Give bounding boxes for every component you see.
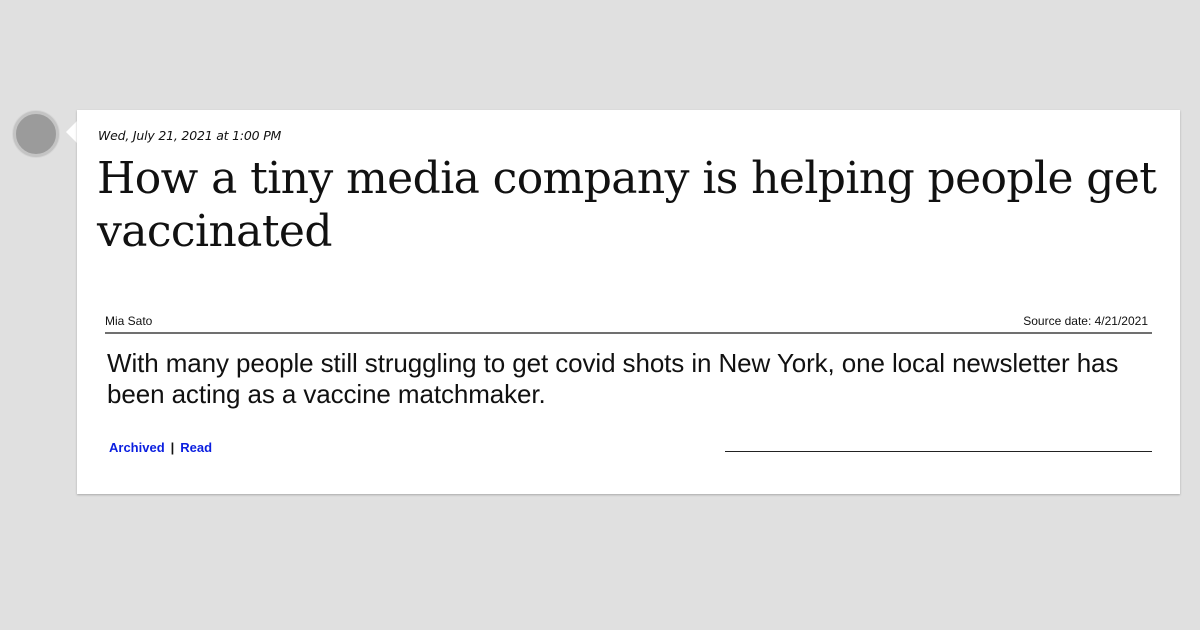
- link-separator: |: [170, 440, 175, 455]
- post-timestamp: Wed, July 21, 2021 at 1:00 PM: [98, 128, 282, 143]
- post-meta-row: Mia Sato Source date: 4/21/2021: [105, 313, 1152, 334]
- author-name: Mia Sato: [105, 314, 153, 328]
- bottom-divider: [725, 451, 1152, 452]
- post-links: Archived | Read: [109, 440, 212, 455]
- post-headline: How a tiny media company is helping peop…: [97, 153, 1157, 257]
- avatar[interactable]: [13, 111, 59, 157]
- post-card: Wed, July 21, 2021 at 1:00 PM How a tiny…: [77, 110, 1180, 494]
- read-link[interactable]: Read: [180, 440, 212, 455]
- post-summary: With many people still struggling to get…: [107, 348, 1119, 409]
- source-date: Source date: 4/21/2021: [1023, 314, 1148, 328]
- archived-link[interactable]: Archived: [109, 440, 165, 455]
